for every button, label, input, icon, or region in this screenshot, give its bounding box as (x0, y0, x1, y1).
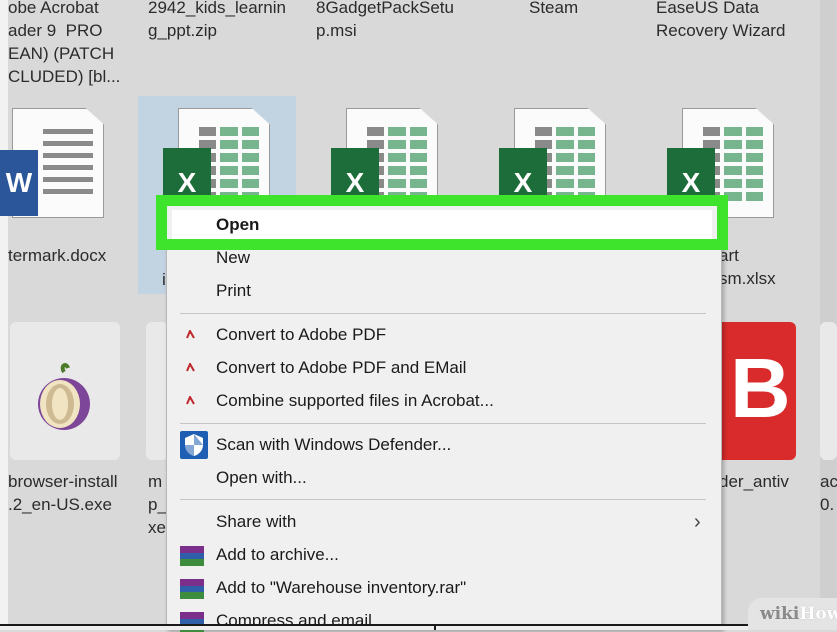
menu-item-open-with[interactable]: Open with... (216, 467, 307, 489)
right-edge (820, 0, 837, 630)
adobe-pdf-icon (186, 330, 195, 339)
file-label-xlsx[interactable]: art sm.xlsx (719, 244, 776, 290)
file-label-easeus[interactable]: EaseUS Data Recovery Wizard (656, 0, 785, 42)
menu-item-scan-defender[interactable]: Scan with Windows Defender... (216, 434, 451, 456)
watermark-wiki: wiki (760, 604, 800, 624)
file-label-gadget[interactable]: 8GadgetPackSetu p.msi (316, 0, 454, 42)
word-badge: W (0, 150, 38, 216)
menu-item-add-rar[interactable]: Add to "Warehouse inventory.rar" (216, 577, 466, 599)
adobe-pdf-icon (186, 396, 195, 405)
tor-onion-icon (38, 363, 90, 430)
windows-defender-icon (180, 431, 208, 459)
chevron-right-icon: › (694, 511, 701, 533)
menu-separator (180, 423, 706, 424)
file-label-steam[interactable]: Steam (529, 0, 578, 19)
file-label-docx[interactable]: termark.docx (8, 244, 106, 267)
file-label-acrobat[interactable]: obe Acrobat ader 9 PRO EAN) (PATCH CLUDE… (8, 0, 120, 88)
winrar-icon (180, 579, 204, 599)
file-label-zip[interactable]: 2942_kids_learnin g_ppt.zip (148, 0, 286, 42)
adobe-pdf-icon (186, 363, 195, 372)
menu-separator (180, 499, 706, 500)
menu-item-convert-pdf-email[interactable]: Convert to Adobe PDF and EMail (216, 357, 466, 379)
bottom-border (0, 624, 837, 626)
file-label-bitdefender[interactable]: der_antiv (719, 470, 789, 493)
partial-tile[interactable] (146, 322, 168, 460)
open-highlight-box (156, 195, 728, 250)
partial-tile-right[interactable] (820, 322, 837, 460)
menu-item-share-with[interactable]: Share with (216, 511, 296, 533)
file-label-right[interactable]: ac 0. (820, 470, 837, 516)
wikihow-watermark: wikiHow (748, 598, 837, 630)
bottom-tick (434, 624, 436, 630)
watermark-how: How (799, 604, 837, 624)
menu-item-combine-acrobat[interactable]: Combine supported files in Acrobat... (216, 390, 494, 412)
file-label-tor[interactable]: browser-install .2_en-US.exe (8, 470, 118, 516)
menu-item-print[interactable]: Print (216, 280, 251, 302)
left-edge (0, 0, 8, 630)
menu-separator (180, 313, 706, 314)
menu-item-convert-pdf[interactable]: Convert to Adobe PDF (216, 324, 386, 346)
menu-item-new[interactable]: New (216, 247, 250, 269)
tor-browser-tile[interactable] (10, 322, 120, 460)
bitdefender-icon[interactable]: B (716, 322, 796, 460)
winrar-icon (180, 546, 204, 566)
menu-item-add-archive[interactable]: Add to archive... (216, 544, 339, 566)
file-label-partial[interactable]: m p_ xe (148, 470, 167, 539)
